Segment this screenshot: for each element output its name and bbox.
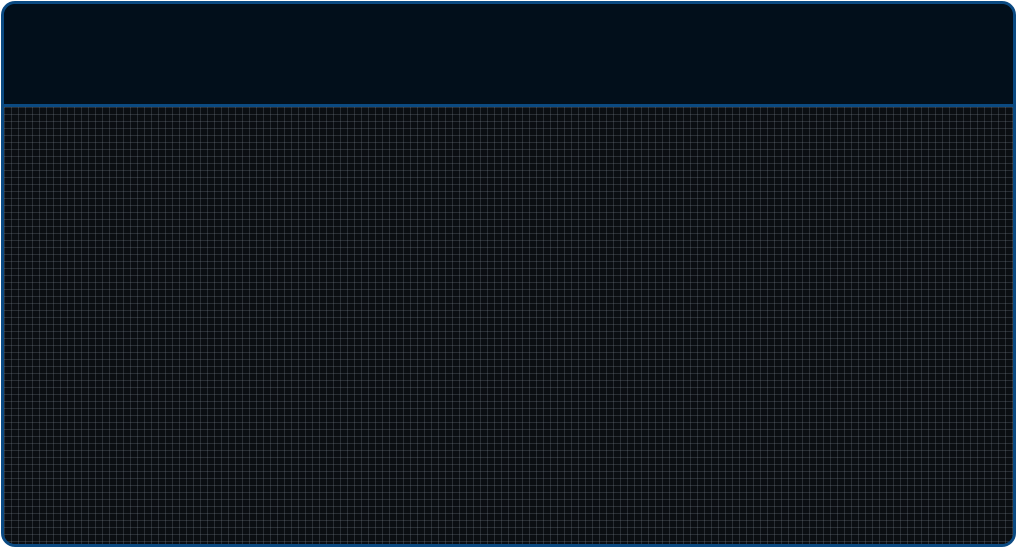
window-header [4,4,1013,107]
app-window [1,1,1016,547]
grid-canvas[interactable] [4,107,1013,544]
